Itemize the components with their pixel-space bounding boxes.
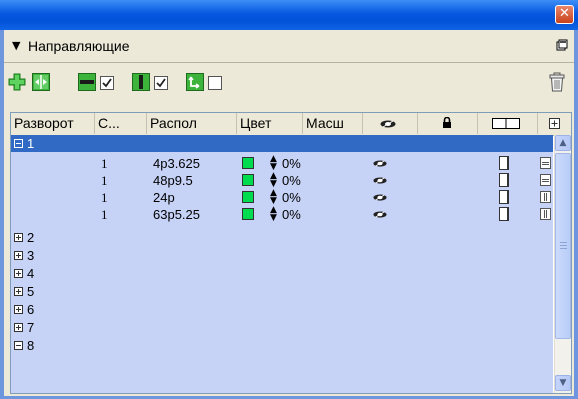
guides-toolbar xyxy=(4,64,574,104)
column-header-pages[interactable] xyxy=(478,113,538,134)
spread-row-3[interactable]: 3 xyxy=(11,247,553,264)
column-header-visibility[interactable] xyxy=(363,113,418,134)
guide-color-swatch[interactable] xyxy=(242,157,254,169)
guide-location[interactable]: 4p3.625 xyxy=(153,155,200,172)
plus-icon xyxy=(549,118,560,129)
close-button[interactable]: ✕ xyxy=(555,5,574,24)
spread-row-2[interactable]: 2 xyxy=(11,229,553,246)
spread-row-6[interactable]: 6 xyxy=(11,301,553,318)
guide-scale[interactable]: 0% xyxy=(282,155,301,172)
guide-location[interactable]: 63p5.25 xyxy=(153,206,200,223)
eye-icon[interactable] xyxy=(373,211,387,218)
column-header-location[interactable]: Распол xyxy=(147,113,237,134)
expand-toggle-icon[interactable] xyxy=(14,251,23,260)
guides-window: ✕ ▼ Направляющие Разворот С... Распол Цв… xyxy=(0,0,578,399)
horizontal-checkbox[interactable] xyxy=(100,76,114,90)
guides-panel: ▼ Направляющие Разворот С... Распол Цвет… xyxy=(4,30,574,396)
expand-toggle-icon[interactable] xyxy=(14,233,23,242)
scale-stepper-icon[interactable]: ▲ ▼ xyxy=(270,189,277,206)
eye-icon xyxy=(380,120,396,128)
vertical-guide-icon[interactable] xyxy=(132,73,150,91)
spread-label: 7 xyxy=(27,320,35,335)
expand-toggle-icon[interactable] xyxy=(14,287,23,296)
guide-scale[interactable]: 0% xyxy=(282,189,301,206)
spread-label: 2 xyxy=(27,230,35,245)
snap-guide-icon[interactable] xyxy=(186,73,204,91)
collapse-toggle-icon[interactable] xyxy=(14,341,23,350)
expand-toggle-icon[interactable] xyxy=(14,323,23,332)
guide-color-swatch[interactable] xyxy=(242,208,254,220)
guide-location[interactable]: 48p9.5 xyxy=(153,172,193,189)
add-guide-icon[interactable] xyxy=(8,73,26,91)
eye-icon[interactable] xyxy=(373,160,387,167)
guides-table: Разворот С... Распол Цвет Масш 1 1 4p3.6… xyxy=(10,112,572,394)
guide-page: 1 xyxy=(101,156,108,171)
spread-label: 1 xyxy=(27,136,35,151)
table-header: Разворот С... Распол Цвет Масш xyxy=(11,113,571,136)
spread-row-7[interactable]: 7 xyxy=(11,319,553,336)
horizontal-guide-icon xyxy=(540,174,551,186)
spread-label: 6 xyxy=(27,302,35,317)
collapse-arrow-icon[interactable]: ▼ xyxy=(12,39,20,52)
spread-label: 5 xyxy=(27,284,35,299)
panel-tab-bar: ▼ Направляющие xyxy=(4,30,574,63)
vertical-guide-icon xyxy=(540,191,551,203)
panel-menu-icon[interactable] xyxy=(556,39,568,51)
eye-icon[interactable] xyxy=(373,194,387,201)
spread-row-8[interactable]: 8 xyxy=(11,337,553,354)
guide-row[interactable]: 1 48p9.5 ▲ ▼ 0% xyxy=(11,172,553,189)
guide-row[interactable]: 1 4p3.625 ▲ ▼ 0% xyxy=(11,155,553,172)
page-icon xyxy=(492,118,520,129)
scale-stepper-icon[interactable]: ▲ ▼ xyxy=(270,155,277,172)
guide-location[interactable]: 24p xyxy=(153,189,175,206)
scale-stepper-icon[interactable]: ▲ ▼ xyxy=(270,206,277,223)
expand-toggle-icon[interactable] xyxy=(14,269,23,278)
spread-row-5[interactable]: 5 xyxy=(11,283,553,300)
vertical-checkbox[interactable] xyxy=(154,76,168,90)
page-side-icon[interactable] xyxy=(499,207,509,221)
scale-stepper-icon[interactable]: ▲ ▼ xyxy=(270,172,277,189)
page-side-icon[interactable] xyxy=(499,156,509,170)
guides-list: 1 1 4p3.625 ▲ ▼ 0% 1 48p9.5 ▲ ▼ 0% 1 24p… xyxy=(11,135,553,393)
guide-color-swatch[interactable] xyxy=(242,191,254,203)
snap-checkbox[interactable] xyxy=(208,76,222,90)
spread-label: 3 xyxy=(27,248,35,263)
page-side-icon[interactable] xyxy=(499,173,509,187)
spread-row-1[interactable]: 1 xyxy=(11,135,553,152)
spread-label: 8 xyxy=(27,338,35,353)
vertical-guide-icon xyxy=(540,208,551,220)
panel-title[interactable]: Направляющие xyxy=(28,38,130,54)
guide-color-swatch[interactable] xyxy=(242,174,254,186)
guide-row[interactable]: 1 63p5.25 ▲ ▼ 0% xyxy=(11,206,553,223)
scroll-thumb[interactable] xyxy=(555,153,571,339)
guide-scale[interactable]: 0% xyxy=(282,172,301,189)
horizontal-guide-icon[interactable] xyxy=(78,73,96,91)
spread-label: 4 xyxy=(27,266,35,281)
guide-page: 1 xyxy=(101,207,108,222)
column-header-spread[interactable]: Разворот xyxy=(11,113,95,134)
column-header-color[interactable]: Цвет xyxy=(237,113,303,134)
column-header-add[interactable] xyxy=(538,113,571,134)
page-side-icon[interactable] xyxy=(499,190,509,204)
trash-icon[interactable] xyxy=(549,72,565,92)
vertical-scrollbar[interactable]: ▲ ▼ xyxy=(554,135,571,393)
column-header-scale[interactable]: Масш xyxy=(303,113,363,134)
spread-row-4[interactable]: 4 xyxy=(11,265,553,282)
horizontal-guide-icon xyxy=(540,157,551,169)
scroll-down-button[interactable]: ▼ xyxy=(555,375,571,391)
eye-icon[interactable] xyxy=(373,177,387,184)
guide-page: 1 xyxy=(101,173,108,188)
guide-page: 1 xyxy=(101,190,108,205)
guide-scale[interactable]: 0% xyxy=(282,206,301,223)
collapse-toggle-icon[interactable] xyxy=(14,139,23,148)
center-guides-icon[interactable] xyxy=(32,73,50,91)
column-header-page[interactable]: С... xyxy=(95,113,147,134)
guide-row[interactable]: 1 24p ▲ ▼ 0% xyxy=(11,189,553,206)
expand-toggle-icon[interactable] xyxy=(14,305,23,314)
column-header-lock[interactable] xyxy=(418,113,478,134)
lock-icon xyxy=(443,117,451,128)
scroll-up-button[interactable]: ▲ xyxy=(555,135,571,151)
title-bar[interactable]: ✕ xyxy=(0,0,578,30)
